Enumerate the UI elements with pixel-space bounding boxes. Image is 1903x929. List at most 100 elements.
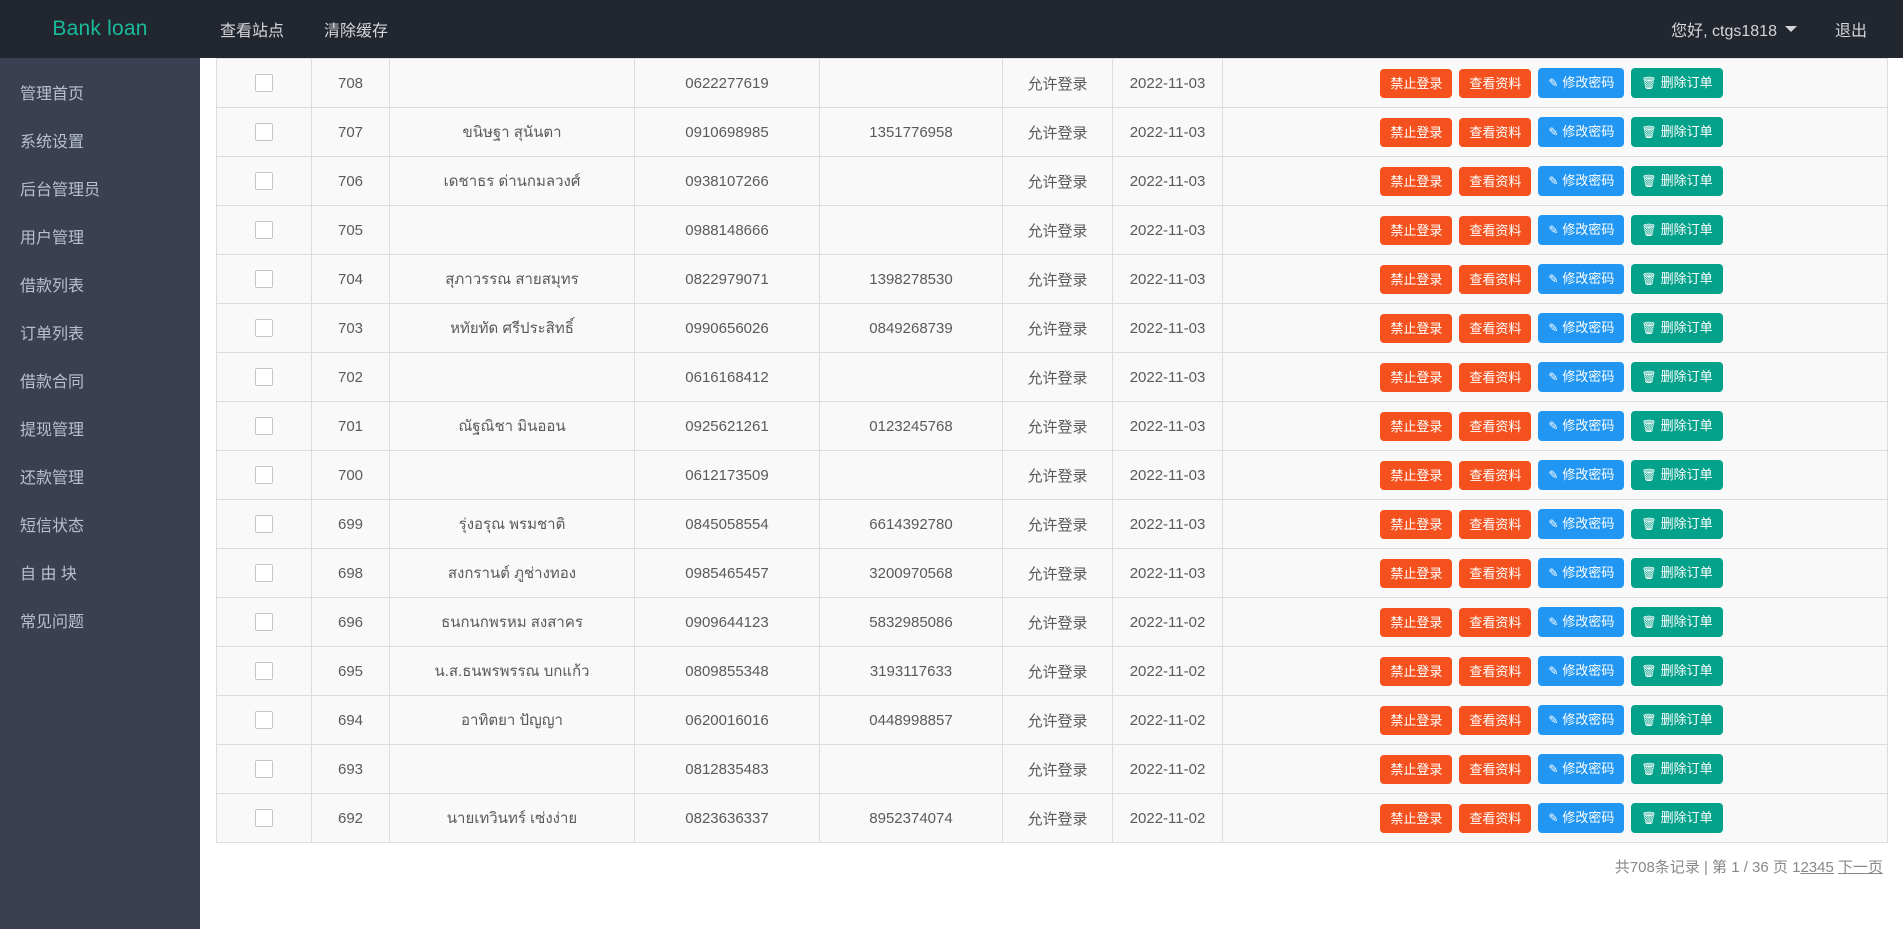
view-profile-button[interactable]: 查看资料 (1459, 706, 1531, 735)
edit-password-button[interactable]: ✎修改密码 (1538, 117, 1624, 147)
ban-login-button[interactable]: 禁止登录 (1380, 118, 1452, 147)
view-profile-button[interactable]: 查看资料 (1459, 461, 1531, 490)
edit-password-button[interactable]: ✎修改密码 (1538, 754, 1624, 784)
edit-password-button[interactable]: ✎修改密码 (1538, 460, 1624, 490)
delete-order-button[interactable]: 🗑删除订单 (1631, 558, 1722, 588)
ban-login-button[interactable]: 禁止登录 (1380, 510, 1452, 539)
row-checkbox[interactable] (255, 172, 273, 190)
delete-order-button[interactable]: 🗑删除订单 (1631, 656, 1722, 686)
view-profile-button[interactable]: 查看资料 (1459, 657, 1531, 686)
delete-order-button[interactable]: 🗑删除订单 (1631, 215, 1722, 245)
edit-password-button[interactable]: ✎修改密码 (1538, 313, 1624, 343)
edit-password-button[interactable]: ✎修改密码 (1538, 656, 1624, 686)
row-checkbox[interactable] (255, 123, 273, 141)
sidebar-item-order-list[interactable]: 订单列表 (0, 308, 200, 356)
ban-login-button[interactable]: 禁止登录 (1380, 412, 1452, 441)
delete-order-button[interactable]: 🗑删除订单 (1631, 509, 1722, 539)
sidebar-item-dashboard[interactable]: 管理首页 (0, 68, 200, 116)
view-profile-button[interactable]: 查看资料 (1459, 608, 1531, 637)
row-checkbox[interactable] (255, 613, 273, 631)
delete-order-button[interactable]: 🗑删除订单 (1631, 117, 1722, 147)
pagination-page-3[interactable]: 3 (1809, 859, 1817, 876)
delete-order-button[interactable]: 🗑删除订单 (1631, 264, 1722, 294)
row-checkbox[interactable] (255, 760, 273, 778)
sidebar-item-withdrawal[interactable]: 提现管理 (0, 404, 200, 452)
pagination-page-5[interactable]: 5 (1825, 859, 1833, 876)
row-checkbox[interactable] (255, 515, 273, 533)
ban-login-button[interactable]: 禁止登录 (1380, 559, 1452, 588)
user-menu[interactable]: 您好, ctgs1818 (1671, 17, 1797, 41)
view-profile-button[interactable]: 查看资料 (1459, 118, 1531, 147)
delete-order-button[interactable]: 🗑删除订单 (1631, 411, 1722, 441)
ban-login-button[interactable]: 禁止登录 (1380, 706, 1452, 735)
delete-order-button[interactable]: 🗑删除订单 (1631, 313, 1722, 343)
nav-link-view-site[interactable]: 查看站点 (200, 17, 304, 41)
row-checkbox[interactable] (255, 809, 273, 827)
row-checkbox[interactable] (255, 270, 273, 288)
ban-login-button[interactable]: 禁止登录 (1380, 69, 1452, 98)
view-profile-button[interactable]: 查看资料 (1459, 755, 1531, 784)
sidebar-item-loan-list[interactable]: 借款列表 (0, 260, 200, 308)
edit-password-button[interactable]: ✎修改密码 (1538, 215, 1624, 245)
row-checkbox[interactable] (255, 221, 273, 239)
view-profile-button[interactable]: 查看资料 (1459, 314, 1531, 343)
view-profile-button[interactable]: 查看资料 (1459, 804, 1531, 833)
delete-order-button[interactable]: 🗑删除订单 (1631, 68, 1722, 98)
view-profile-button[interactable]: 查看资料 (1459, 69, 1531, 98)
edit-password-button[interactable]: ✎修改密码 (1538, 68, 1624, 98)
ban-login-button[interactable]: 禁止登录 (1380, 265, 1452, 294)
ban-login-button[interactable]: 禁止登录 (1380, 608, 1452, 637)
edit-password-button[interactable]: ✎修改密码 (1538, 607, 1624, 637)
ban-login-button[interactable]: 禁止登录 (1380, 657, 1452, 686)
delete-order-button[interactable]: 🗑删除订单 (1631, 607, 1722, 637)
edit-password-button[interactable]: ✎修改密码 (1538, 705, 1624, 735)
edit-password-button[interactable]: ✎修改密码 (1538, 362, 1624, 392)
row-checkbox[interactable] (255, 319, 273, 337)
delete-order-button[interactable]: 🗑删除订单 (1631, 754, 1722, 784)
view-profile-button[interactable]: 查看资料 (1459, 412, 1531, 441)
ban-login-button[interactable]: 禁止登录 (1380, 216, 1452, 245)
logout-button[interactable]: 退出 (1835, 17, 1867, 41)
sidebar-item-sms-status[interactable]: 短信状态 (0, 500, 200, 548)
view-profile-button[interactable]: 查看资料 (1459, 265, 1531, 294)
edit-password-button[interactable]: ✎修改密码 (1538, 803, 1624, 833)
row-checkbox[interactable] (255, 74, 273, 92)
sidebar-item-loan-contract[interactable]: 借款合同 (0, 356, 200, 404)
ban-login-button[interactable]: 禁止登录 (1380, 461, 1452, 490)
row-checkbox[interactable] (255, 662, 273, 680)
delete-order-button[interactable]: 🗑删除订单 (1631, 166, 1722, 196)
row-checkbox[interactable] (255, 564, 273, 582)
ban-login-button[interactable]: 禁止登录 (1380, 167, 1452, 196)
ban-login-button[interactable]: 禁止登录 (1380, 363, 1452, 392)
ban-login-button[interactable]: 禁止登录 (1380, 804, 1452, 833)
view-profile-button[interactable]: 查看资料 (1459, 559, 1531, 588)
ban-login-button[interactable]: 禁止登录 (1380, 755, 1452, 784)
edit-password-button[interactable]: ✎修改密码 (1538, 558, 1624, 588)
row-checkbox[interactable] (255, 466, 273, 484)
nav-link-clear-cache[interactable]: 清除缓存 (304, 17, 408, 41)
view-profile-button[interactable]: 查看资料 (1459, 363, 1531, 392)
ban-login-button[interactable]: 禁止登录 (1380, 314, 1452, 343)
edit-password-button[interactable]: ✎修改密码 (1538, 166, 1624, 196)
view-profile-button[interactable]: 查看资料 (1459, 510, 1531, 539)
sidebar-item-user-management[interactable]: 用户管理 (0, 212, 200, 260)
brand-logo[interactable]: Bank loan (0, 17, 200, 41)
sidebar-item-admins[interactable]: 后台管理员 (0, 164, 200, 212)
sidebar-item-repayment[interactable]: 还款管理 (0, 452, 200, 500)
sidebar-item-system-settings[interactable]: 系统设置 (0, 116, 200, 164)
sidebar-item-faq[interactable]: 常见问题 (0, 596, 200, 644)
delete-order-button[interactable]: 🗑删除订单 (1631, 460, 1722, 490)
sidebar-item-free-block[interactable]: 自 由 块 (0, 548, 200, 596)
delete-order-button[interactable]: 🗑删除订单 (1631, 705, 1722, 735)
view-profile-button[interactable]: 查看资料 (1459, 216, 1531, 245)
row-checkbox[interactable] (255, 417, 273, 435)
edit-password-button[interactable]: ✎修改密码 (1538, 411, 1624, 441)
row-checkbox[interactable] (255, 368, 273, 386)
edit-password-button[interactable]: ✎修改密码 (1538, 264, 1624, 294)
delete-order-button[interactable]: 🗑删除订单 (1631, 362, 1722, 392)
delete-order-button[interactable]: 🗑删除订单 (1631, 803, 1722, 833)
pagination-page-2[interactable]: 2 (1800, 859, 1808, 876)
row-checkbox[interactable] (255, 711, 273, 729)
edit-password-button[interactable]: ✎修改密码 (1538, 509, 1624, 539)
view-profile-button[interactable]: 查看资料 (1459, 167, 1531, 196)
